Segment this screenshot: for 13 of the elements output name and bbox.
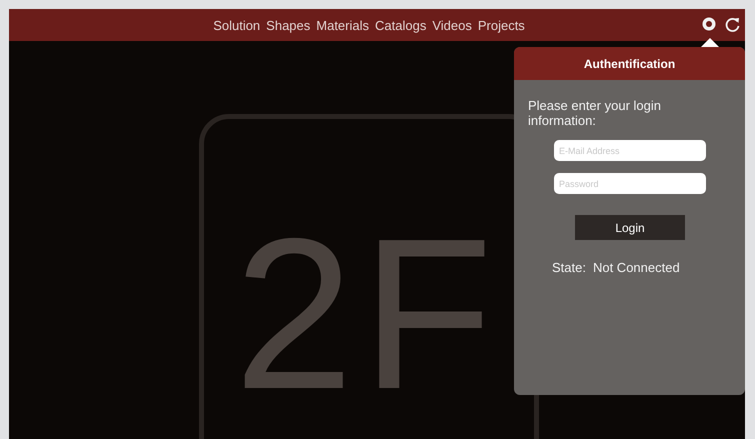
state-value: Not Connected (592, 260, 680, 275)
nav-link[interactable]: Shapes (266, 18, 310, 32)
login-prompt: Please enter your login information: (528, 98, 662, 128)
nav-link[interactable]: Solution (213, 18, 260, 32)
refresh-icon[interactable] (725, 15, 741, 33)
logo-text: 2F (234, 233, 501, 395)
nav-link[interactable]: Materials (316, 18, 370, 32)
nav-link[interactable]: Catalogs (375, 18, 426, 32)
nav-link[interactable]: Videos (432, 18, 472, 32)
state-label: State: (552, 260, 586, 275)
popover-title: Authentification (514, 47, 745, 80)
nav-link[interactable]: Projects (478, 18, 525, 32)
login-button[interactable]: Login (575, 215, 685, 240)
